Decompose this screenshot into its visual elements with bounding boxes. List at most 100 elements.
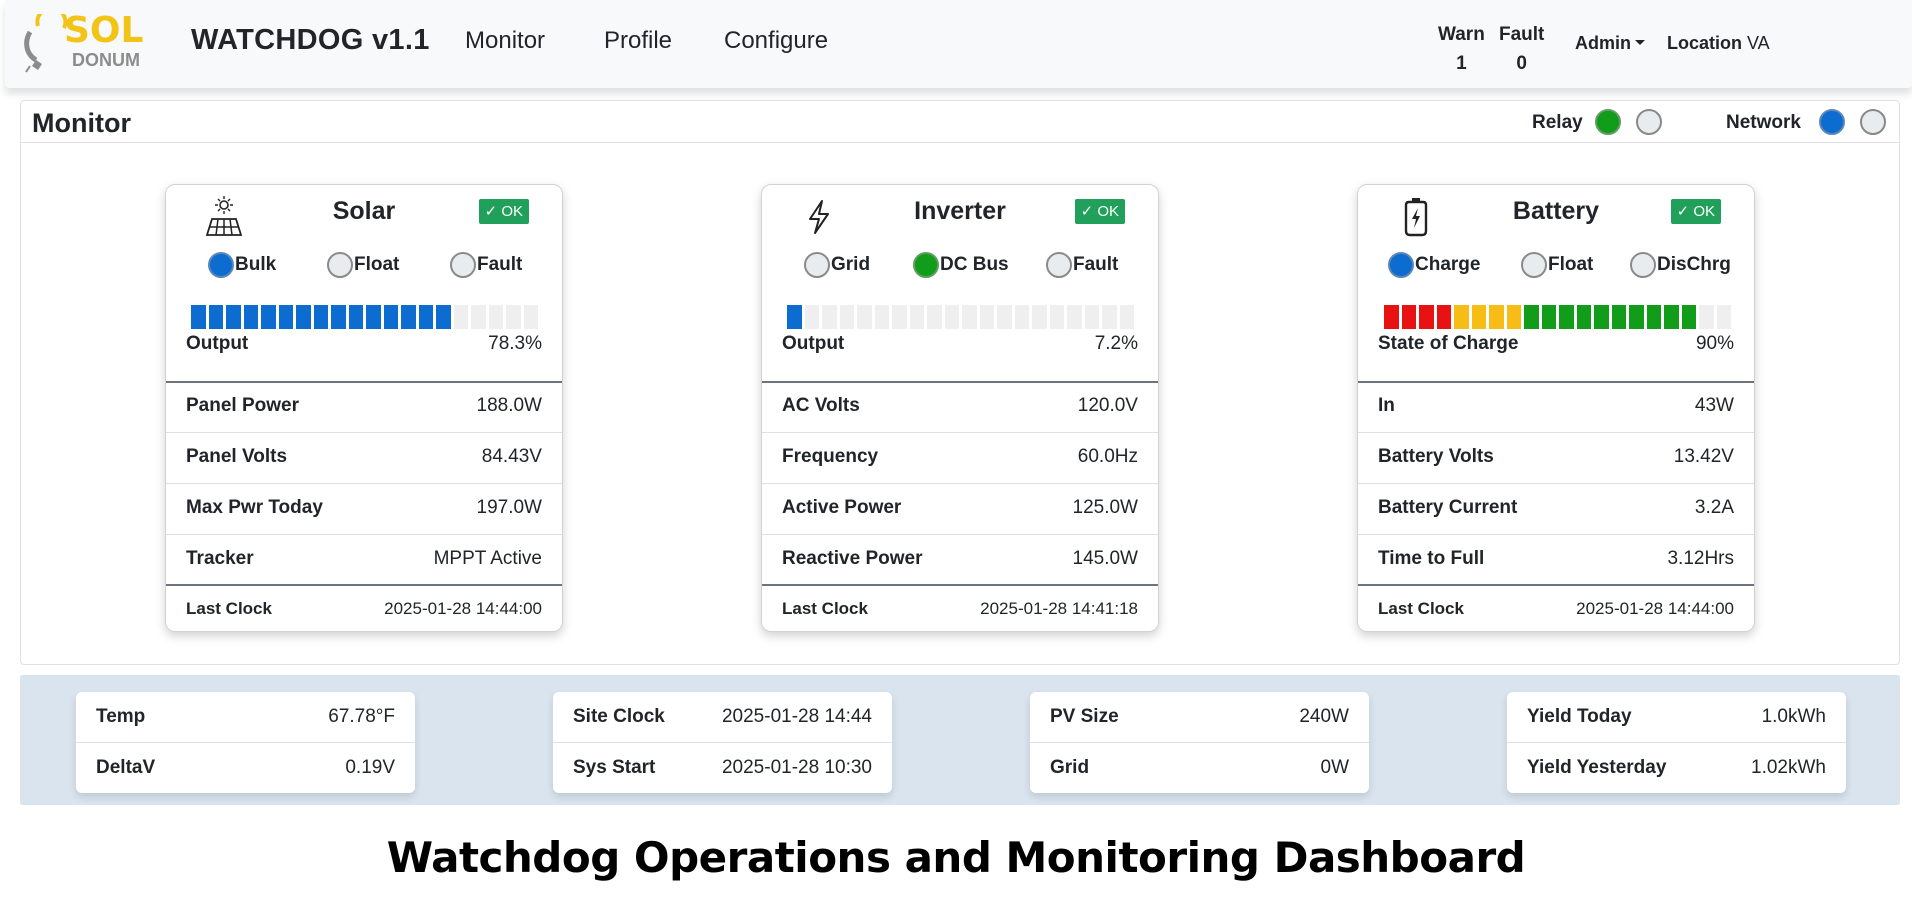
gauge-value: 90%: [1695, 333, 1734, 354]
mode-float[interactable]: Float: [327, 252, 399, 278]
metric-value: 84.43V: [481, 446, 542, 467]
gauge-segment: [1436, 305, 1451, 329]
summary-strip: Temp 67.78°F DeltaV 0.19V Site Clock 2025-0…: [20, 675, 1900, 805]
divider: [166, 432, 562, 433]
mode-grid[interactable]: Grid: [804, 252, 870, 278]
mode-fault[interactable]: Fault: [450, 252, 522, 278]
summary-label: Sys Start: [573, 757, 656, 778]
gauge-segment: [453, 305, 468, 329]
app-brand[interactable]: WATCHDOG v1.1: [191, 24, 430, 57]
divider: [1358, 381, 1754, 383]
summary-value: 1.02kWh: [1751, 757, 1826, 778]
metric-value: 3.12Hrs: [1667, 548, 1734, 569]
summary-label: Yield Today: [1527, 706, 1632, 727]
gauge-segment: [1067, 305, 1082, 329]
gauge-segment: [471, 305, 486, 329]
metric-value: 188.0W: [476, 395, 542, 416]
warn-count: 1: [1456, 53, 1467, 74]
gauge-segment: [962, 305, 977, 329]
warn-label: Warn: [1438, 24, 1485, 45]
logo-text-donum: DONUM: [72, 50, 140, 70]
metric-value: 197.0W: [476, 497, 542, 518]
gauge-segment: [278, 305, 293, 329]
sol-donum-logo[interactable]: SOL DONUM: [20, 5, 150, 74]
gauge-value: 78.3%: [488, 333, 542, 354]
gauge-segment: [436, 305, 451, 329]
gauge-label: Output: [186, 333, 249, 354]
gauge-segment: [1401, 305, 1416, 329]
metric-value: 3.2A: [1694, 497, 1734, 518]
location-display: Location VA: [1667, 33, 1770, 54]
status-badge: ✓ OK: [478, 199, 529, 224]
nav-link-profile[interactable]: Profile: [604, 27, 672, 55]
gauge-segment: [1471, 305, 1486, 329]
gauge-segment: [331, 305, 346, 329]
admin-dropdown[interactable]: Admin: [1575, 33, 1645, 54]
summary-label: Temp: [96, 706, 146, 727]
metric-label: Frequency: [782, 446, 879, 467]
gauge-segment: [296, 305, 311, 329]
footer-value: 2025-01-28 14:41:18: [980, 599, 1138, 618]
mode-charge[interactable]: Charge: [1388, 252, 1480, 278]
footer-label: Last Clock: [1378, 599, 1464, 618]
gauge-segment: [857, 305, 872, 329]
fault-count: 0: [1516, 53, 1527, 74]
metric-row: Max Pwr Today 197.0W: [166, 497, 562, 519]
nav-link-monitor[interactable]: Monitor: [465, 27, 545, 55]
gauge-segment: [1629, 305, 1644, 329]
metric-row: Time to Full 3.12Hrs: [1358, 548, 1754, 570]
mode-bulk[interactable]: Bulk: [208, 252, 276, 278]
mode-fault[interactable]: Fault: [1046, 252, 1118, 278]
gauge-segment: [1611, 305, 1626, 329]
metric-label: AC Volts: [782, 395, 860, 416]
gauge-segment: [804, 305, 819, 329]
gauge-segment: [1699, 305, 1714, 329]
mode-float[interactable]: Float: [1521, 252, 1593, 278]
mode-label: DisChrg: [1657, 254, 1731, 275]
gauge-segment: [892, 305, 907, 329]
gauge-segment: [1664, 305, 1679, 329]
mode-dc-bus[interactable]: DC Bus: [913, 252, 1009, 278]
summary-row: Yield Yesterday 1.02kWh: [1507, 743, 1846, 793]
location-label: Location: [1667, 33, 1742, 53]
gauge-segment: [1716, 305, 1731, 329]
radio-indicator: [327, 252, 353, 278]
warn-counter[interactable]: Warn 1: [1438, 20, 1485, 78]
gauge-segment: [1506, 305, 1521, 329]
gauge-segment: [997, 305, 1012, 329]
gauge-segment: [1524, 305, 1539, 329]
metric-row: Active Power 125.0W: [762, 497, 1158, 519]
metric-label: Tracker: [186, 548, 254, 569]
summary-label: Site Clock: [573, 706, 665, 727]
footer-label: Last Clock: [186, 599, 272, 618]
navbar: SOL DONUM WATCHDOG v1.1 Monitor Profile …: [5, 0, 1912, 88]
metric-label: Panel Power: [186, 395, 299, 416]
caret-down-icon: [1635, 39, 1645, 45]
monitor-title: Monitor: [32, 108, 131, 138]
radio-indicator: [804, 252, 830, 278]
gauge-segment: [1489, 305, 1504, 329]
gauge-segment: [1576, 305, 1591, 329]
metric-label: Time to Full: [1378, 548, 1485, 569]
gauge-segment: [839, 305, 854, 329]
summary-label: PV Size: [1050, 706, 1119, 727]
metric-label: Max Pwr Today: [186, 497, 323, 518]
metric-row: Battery Current 3.2A: [1358, 497, 1754, 519]
summary-label: Grid: [1050, 757, 1090, 778]
divider: [762, 584, 1158, 586]
metric-label: Reactive Power: [782, 548, 923, 569]
divider: [762, 483, 1158, 484]
mode-dischrg[interactable]: DisChrg: [1630, 252, 1731, 278]
network-led-on: [1819, 109, 1845, 135]
location-value: VA: [1747, 33, 1770, 53]
gauge-segment: [1454, 305, 1469, 329]
metric-row: AC Volts 120.0V: [762, 395, 1158, 417]
fault-counter[interactable]: Fault 0: [1499, 20, 1544, 78]
summary-card-pv: PV Size 240W Grid 0W: [1030, 692, 1369, 793]
gauge-segment: [506, 305, 521, 329]
metric-row: Tracker MPPT Active: [166, 548, 562, 570]
divider: [1358, 432, 1754, 433]
nav-link-configure[interactable]: Configure: [724, 27, 828, 55]
gauge-segment: [348, 305, 363, 329]
metric-label: In: [1378, 395, 1395, 416]
